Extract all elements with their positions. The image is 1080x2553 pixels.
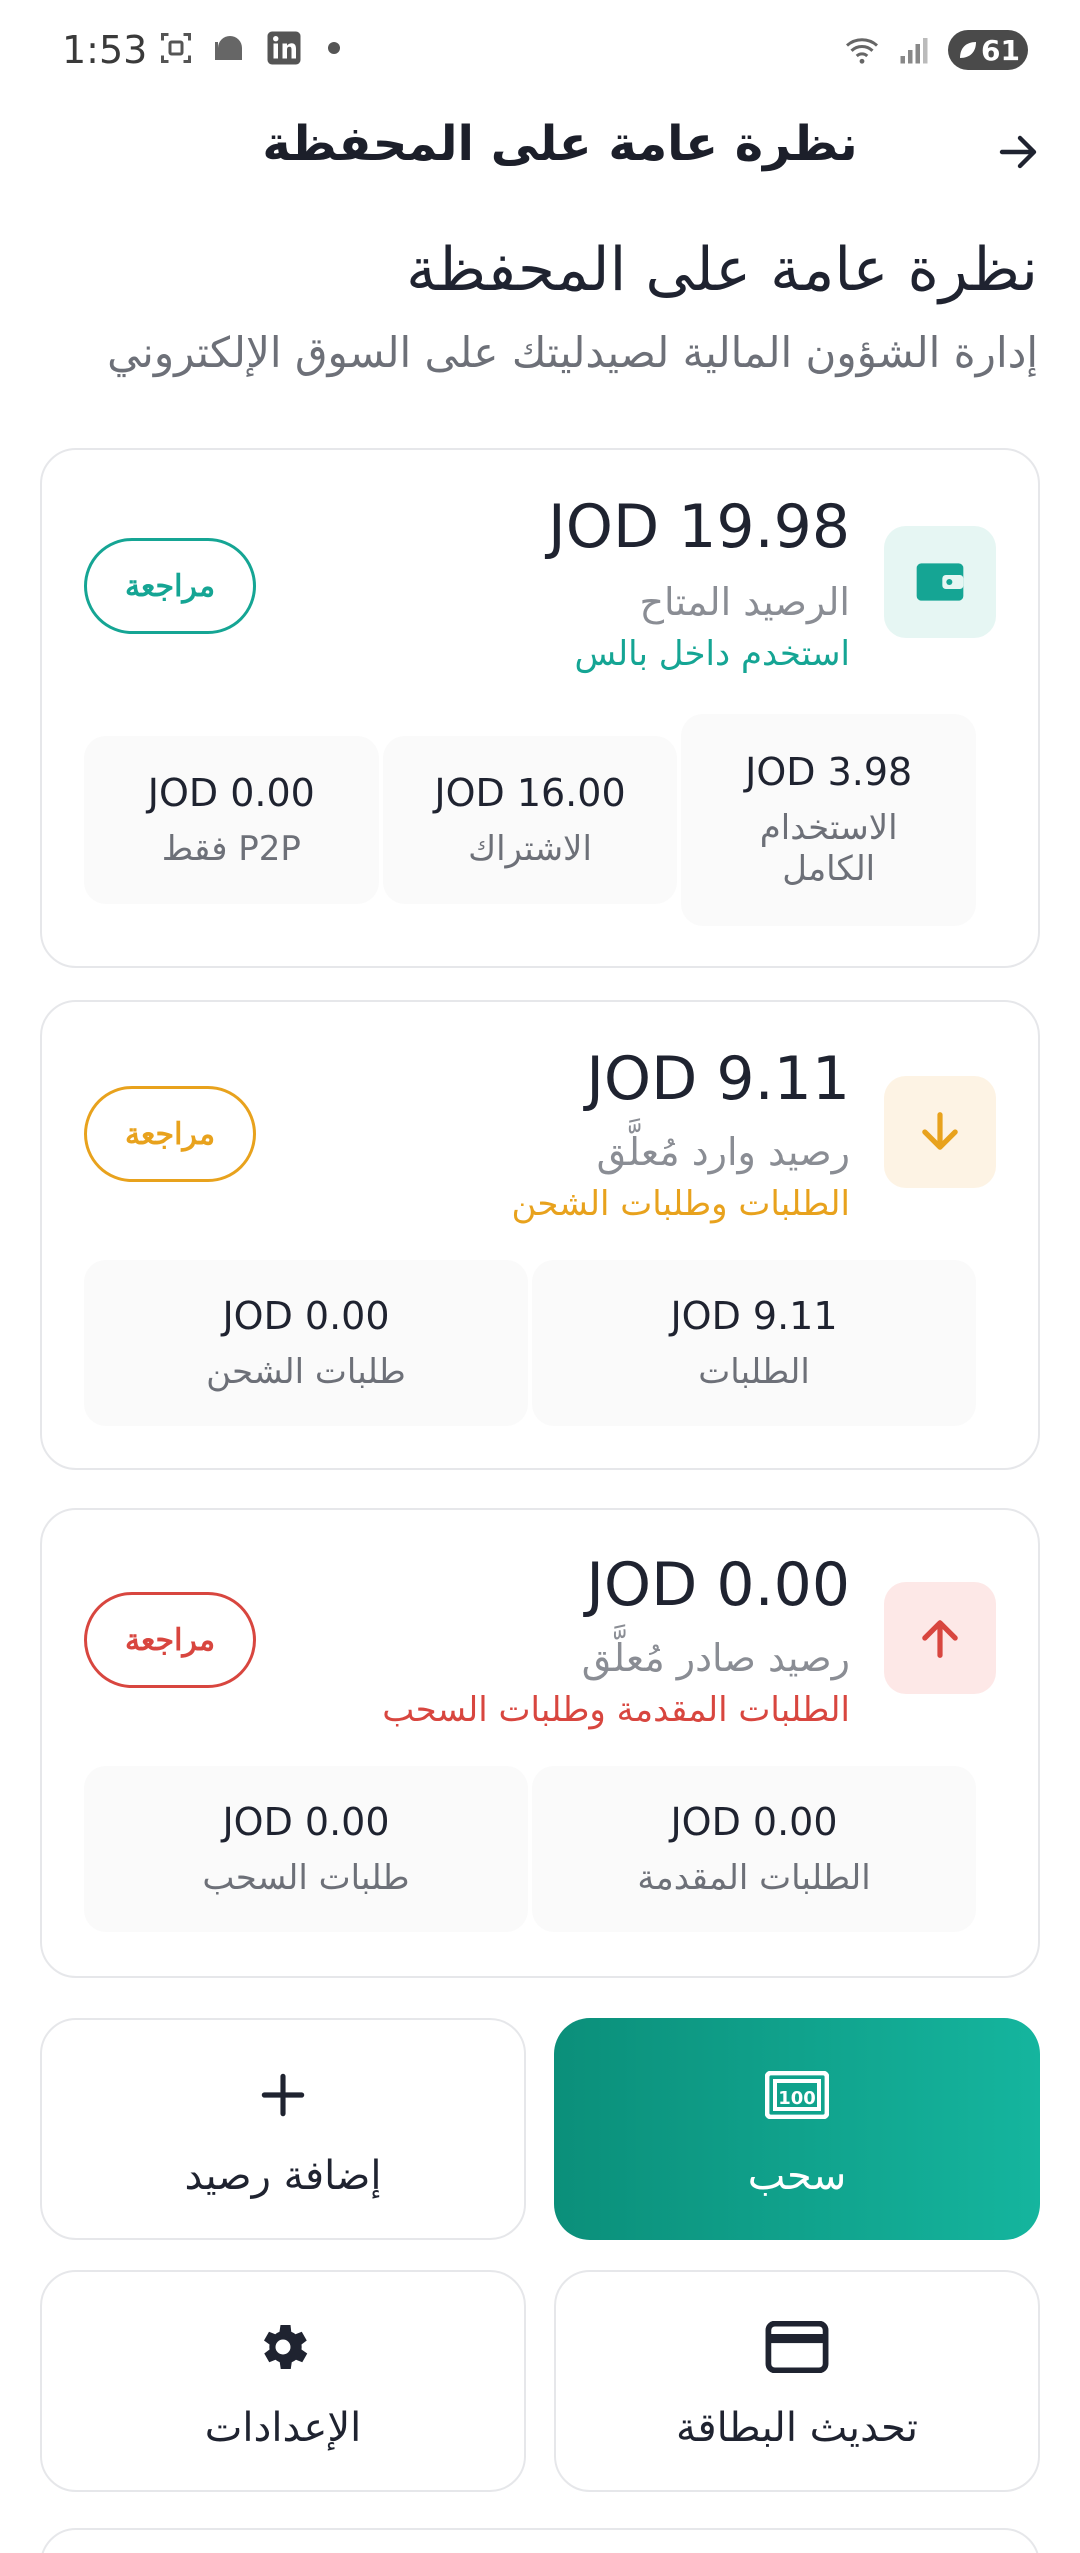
gear-icon	[264, 2325, 308, 2369]
page-subtitle: إدارة الشؤون المالية لصيدليتك على السوق …	[107, 328, 1038, 377]
update-card-label: تحديث البطاقة	[676, 2405, 919, 2451]
svg-text:100: 100	[778, 2088, 816, 2109]
available-balance-note: استخدم داخل بالس	[574, 634, 850, 674]
outgoing-note: الطلبات المقدمة وطلبات السحب	[382, 1690, 850, 1730]
plus-icon	[261, 2073, 305, 2117]
battery-saver-icon	[960, 42, 976, 58]
outgoing-label: رصيد صادر مُعلَّق	[581, 1636, 850, 1680]
p2p-label: P2P فقط	[161, 828, 301, 869]
incoming-breakdown: JOD 9.11 الطلبات JOD 0.00 طلبات الشحن	[84, 1260, 976, 1426]
incoming-note: الطلبات وطلبات الشحن	[511, 1184, 850, 1224]
incoming-pending-card: JOD 9.11 رصيد وارد مُعلَّق الطلبات وطلبا…	[40, 1000, 1040, 1470]
available-review-button[interactable]: مراجعة	[84, 538, 256, 634]
breakdown-withdraw-requests: JOD 0.00 طلبات السحب	[84, 1766, 528, 1932]
credit-card-icon	[765, 2321, 829, 2373]
signal-icon	[900, 38, 928, 64]
battery-level: 61	[981, 33, 1020, 67]
settings-label: الإعدادات	[204, 2405, 362, 2451]
withdraw-requests-amount: JOD 0.00	[222, 1799, 390, 1844]
app-bar: نظرة عامة على المحفظة	[0, 104, 1080, 214]
gear-icon-wrap	[247, 2311, 319, 2383]
breakdown-topup: JOD 0.00 طلبات الشحن	[84, 1260, 528, 1426]
battery-indicator: 61	[948, 30, 1028, 70]
credit-card-icon-wrap	[761, 2311, 833, 2383]
available-breakdown: JOD 3.98 الاستخدام الكامل JOD 16.00 الاش…	[83, 714, 976, 926]
mosque-icon	[215, 36, 242, 60]
topup-amount: JOD 0.00	[222, 1293, 390, 1338]
wallet-icon	[916, 563, 964, 601]
withdraw-button[interactable]: 100 سحب	[554, 2018, 1040, 2240]
settings-button[interactable]: الإعدادات	[40, 2270, 526, 2492]
withdraw-label: سحب	[747, 2153, 847, 2199]
screenshot-icon	[161, 33, 191, 63]
submitted-orders-amount: JOD 0.00	[670, 1799, 838, 1844]
add-balance-button[interactable]: إضافة رصيد	[40, 2018, 526, 2240]
linkedin-icon	[267, 31, 301, 65]
outgoing-pending-card: JOD 0.00 رصيد صادر مُعلَّق الطلبات المقد…	[40, 1508, 1040, 1978]
plus-icon-wrap	[247, 2059, 319, 2131]
status-bar: 1:53 61	[0, 0, 1080, 104]
incoming-amount: JOD 9.11	[586, 1044, 850, 1114]
outgoing-icon-box	[884, 1582, 996, 1694]
wifi-icon	[846, 38, 878, 64]
cash-icon: 100	[765, 2071, 829, 2119]
outgoing-amount: JOD 0.00	[586, 1550, 850, 1620]
cash-icon-wrap: 100	[761, 2059, 833, 2131]
p2p-amount: JOD 0.00	[147, 770, 315, 815]
topup-label: طلبات الشحن	[206, 1351, 406, 1392]
notification-dot	[328, 42, 340, 54]
arrow-down-icon	[922, 1112, 958, 1150]
next-card-partial	[40, 2528, 1040, 2553]
breakdown-orders: JOD 9.11 الطلبات	[532, 1260, 976, 1426]
incoming-review-button[interactable]: مراجعة	[84, 1086, 256, 1182]
breakdown-full-use: JOD 3.98 الاستخدام الكامل	[681, 714, 976, 926]
full-use-label: الاستخدام الكامل	[759, 808, 898, 889]
subscription-amount: JOD 16.00	[434, 770, 626, 815]
incoming-icon-box	[884, 1076, 996, 1188]
withdraw-requests-label: طلبات السحب	[202, 1857, 410, 1898]
available-balance-amount: JOD 19.98	[548, 492, 850, 562]
available-balance-card: JOD 19.98 الرصيد المتاح استخدم داخل بالس…	[40, 448, 1040, 968]
subscription-label: الاشتراك	[468, 828, 592, 869]
status-time: 1:53	[62, 28, 148, 72]
page-title: نظرة عامة على المحفظة	[406, 235, 1038, 305]
available-balance-label: الرصيد المتاح	[639, 580, 850, 624]
full-use-amount: JOD 3.98	[745, 750, 913, 795]
update-card-button[interactable]: تحديث البطاقة	[554, 2270, 1040, 2492]
breakdown-subscription: JOD 16.00 الاشتراك	[382, 736, 678, 904]
wallet-icon-box	[884, 526, 996, 638]
breakdown-p2p: JOD 0.00 P2P فقط	[83, 736, 379, 904]
add-balance-label: إضافة رصيد	[184, 2153, 382, 2199]
back-button[interactable]	[988, 122, 1048, 182]
orders-amount: JOD 9.11	[670, 1293, 838, 1338]
arrow-up-icon	[922, 1620, 958, 1658]
arrow-right-icon	[999, 135, 1037, 169]
incoming-label: رصيد وارد مُعلَّق	[596, 1130, 850, 1174]
breakdown-submitted-orders: JOD 0.00 الطلبات المقدمة	[532, 1766, 976, 1932]
outgoing-review-button[interactable]: مراجعة	[84, 1592, 256, 1688]
orders-label: الطلبات	[698, 1351, 810, 1392]
submitted-orders-label: الطلبات المقدمة	[637, 1857, 871, 1898]
app-bar-title: نظرة عامة على المحفظة	[262, 116, 858, 172]
outgoing-breakdown: JOD 0.00 الطلبات المقدمة JOD 0.00 طلبات …	[84, 1766, 976, 1932]
